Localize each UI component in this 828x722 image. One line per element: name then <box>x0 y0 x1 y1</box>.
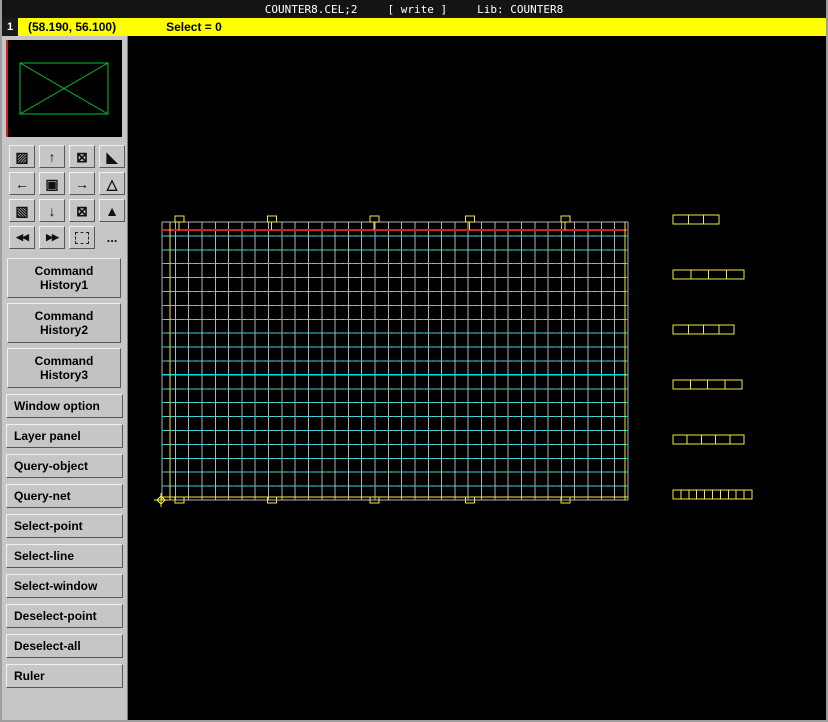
deselect-all-button[interactable]: Deselect-all <box>6 634 123 658</box>
cell-title: COUNTER8.CEL;2 <box>265 3 358 16</box>
titlebar: COUNTER8.CEL;2 [ write ] Lib: COUNTER8 <box>0 0 828 18</box>
more-options-icon[interactable]: ... <box>99 226 125 249</box>
window-option-button[interactable]: Window option <box>6 394 123 418</box>
write-mode-indicator: [ write ] <box>388 3 448 16</box>
zoom-window-icon[interactable]: ⊠ <box>69 145 95 168</box>
query-net-button[interactable]: Query-net <box>6 484 123 508</box>
triangle-tool-icon[interactable]: △ <box>99 172 125 195</box>
zoom-box-icon[interactable]: ⊠ <box>69 199 95 222</box>
command-history2-button[interactable]: Command History2 <box>7 303 121 343</box>
filled-triangle-icon[interactable]: ▲ <box>99 199 125 222</box>
history-back-icon[interactable]: ◀◀ <box>9 226 35 249</box>
pan-left-icon[interactable]: ← <box>9 172 35 195</box>
center-view-icon[interactable]: ▣ <box>39 172 65 195</box>
command-history3-button[interactable]: Command History3 <box>7 348 121 388</box>
layout-canvas[interactable] <box>128 36 826 720</box>
select-window-button[interactable]: Select-window <box>6 574 123 598</box>
overview-extents-icon <box>6 40 122 137</box>
ruler-button[interactable]: Ruler <box>6 664 123 688</box>
window-number-tab[interactable]: 1 <box>2 18 18 36</box>
application-window: COUNTER8.CEL;2 [ write ] Lib: COUNTER8 1… <box>0 0 828 722</box>
library-name: Lib: COUNTER8 <box>477 3 563 16</box>
pan-down-icon[interactable]: ↓ <box>39 199 65 222</box>
tool-grid: ▨ ↑ ⊠ ◣ ← ▣ → △ ▧ ↓ ⊠ ▲ ◀◀ ▶▶ ... <box>2 141 127 253</box>
corner-view-icon[interactable]: ◣ <box>99 145 125 168</box>
layer-panel-button[interactable]: Layer panel <box>6 424 123 448</box>
select-point-button[interactable]: Select-point <box>6 514 123 538</box>
selection-count: Select = 0 <box>166 20 222 34</box>
main-body: ▨ ↑ ⊠ ◣ ← ▣ → △ ▧ ↓ ⊠ ▲ ◀◀ ▶▶ ... Comman… <box>2 36 826 720</box>
overview-edge-marker <box>6 40 8 137</box>
sidebar: ▨ ↑ ⊠ ◣ ← ▣ → △ ▧ ↓ ⊠ ▲ ◀◀ ▶▶ ... Comman… <box>2 36 128 720</box>
select-line-button[interactable]: Select-line <box>6 544 123 568</box>
overview-pane[interactable] <box>6 40 122 137</box>
deselect-point-button[interactable]: Deselect-point <box>6 604 123 628</box>
status-bar: 1 (58.190, 56.100) Select = 0 <box>2 18 826 36</box>
selection-box-icon[interactable] <box>69 226 95 249</box>
layout-drawing <box>128 36 825 720</box>
cursor-coordinates: (58.190, 56.100) <box>28 20 116 34</box>
pan-up-icon[interactable]: ↑ <box>39 145 65 168</box>
pan-right-icon[interactable]: → <box>69 172 95 195</box>
command-history1-button[interactable]: Command History1 <box>7 258 121 298</box>
history-forward-icon[interactable]: ▶▶ <box>39 226 65 249</box>
fill-box-icon[interactable]: ▧ <box>9 199 35 222</box>
dashed-box-icon <box>75 232 89 244</box>
query-object-button[interactable]: Query-object <box>6 454 123 478</box>
hatch-box-icon[interactable]: ▨ <box>9 145 35 168</box>
